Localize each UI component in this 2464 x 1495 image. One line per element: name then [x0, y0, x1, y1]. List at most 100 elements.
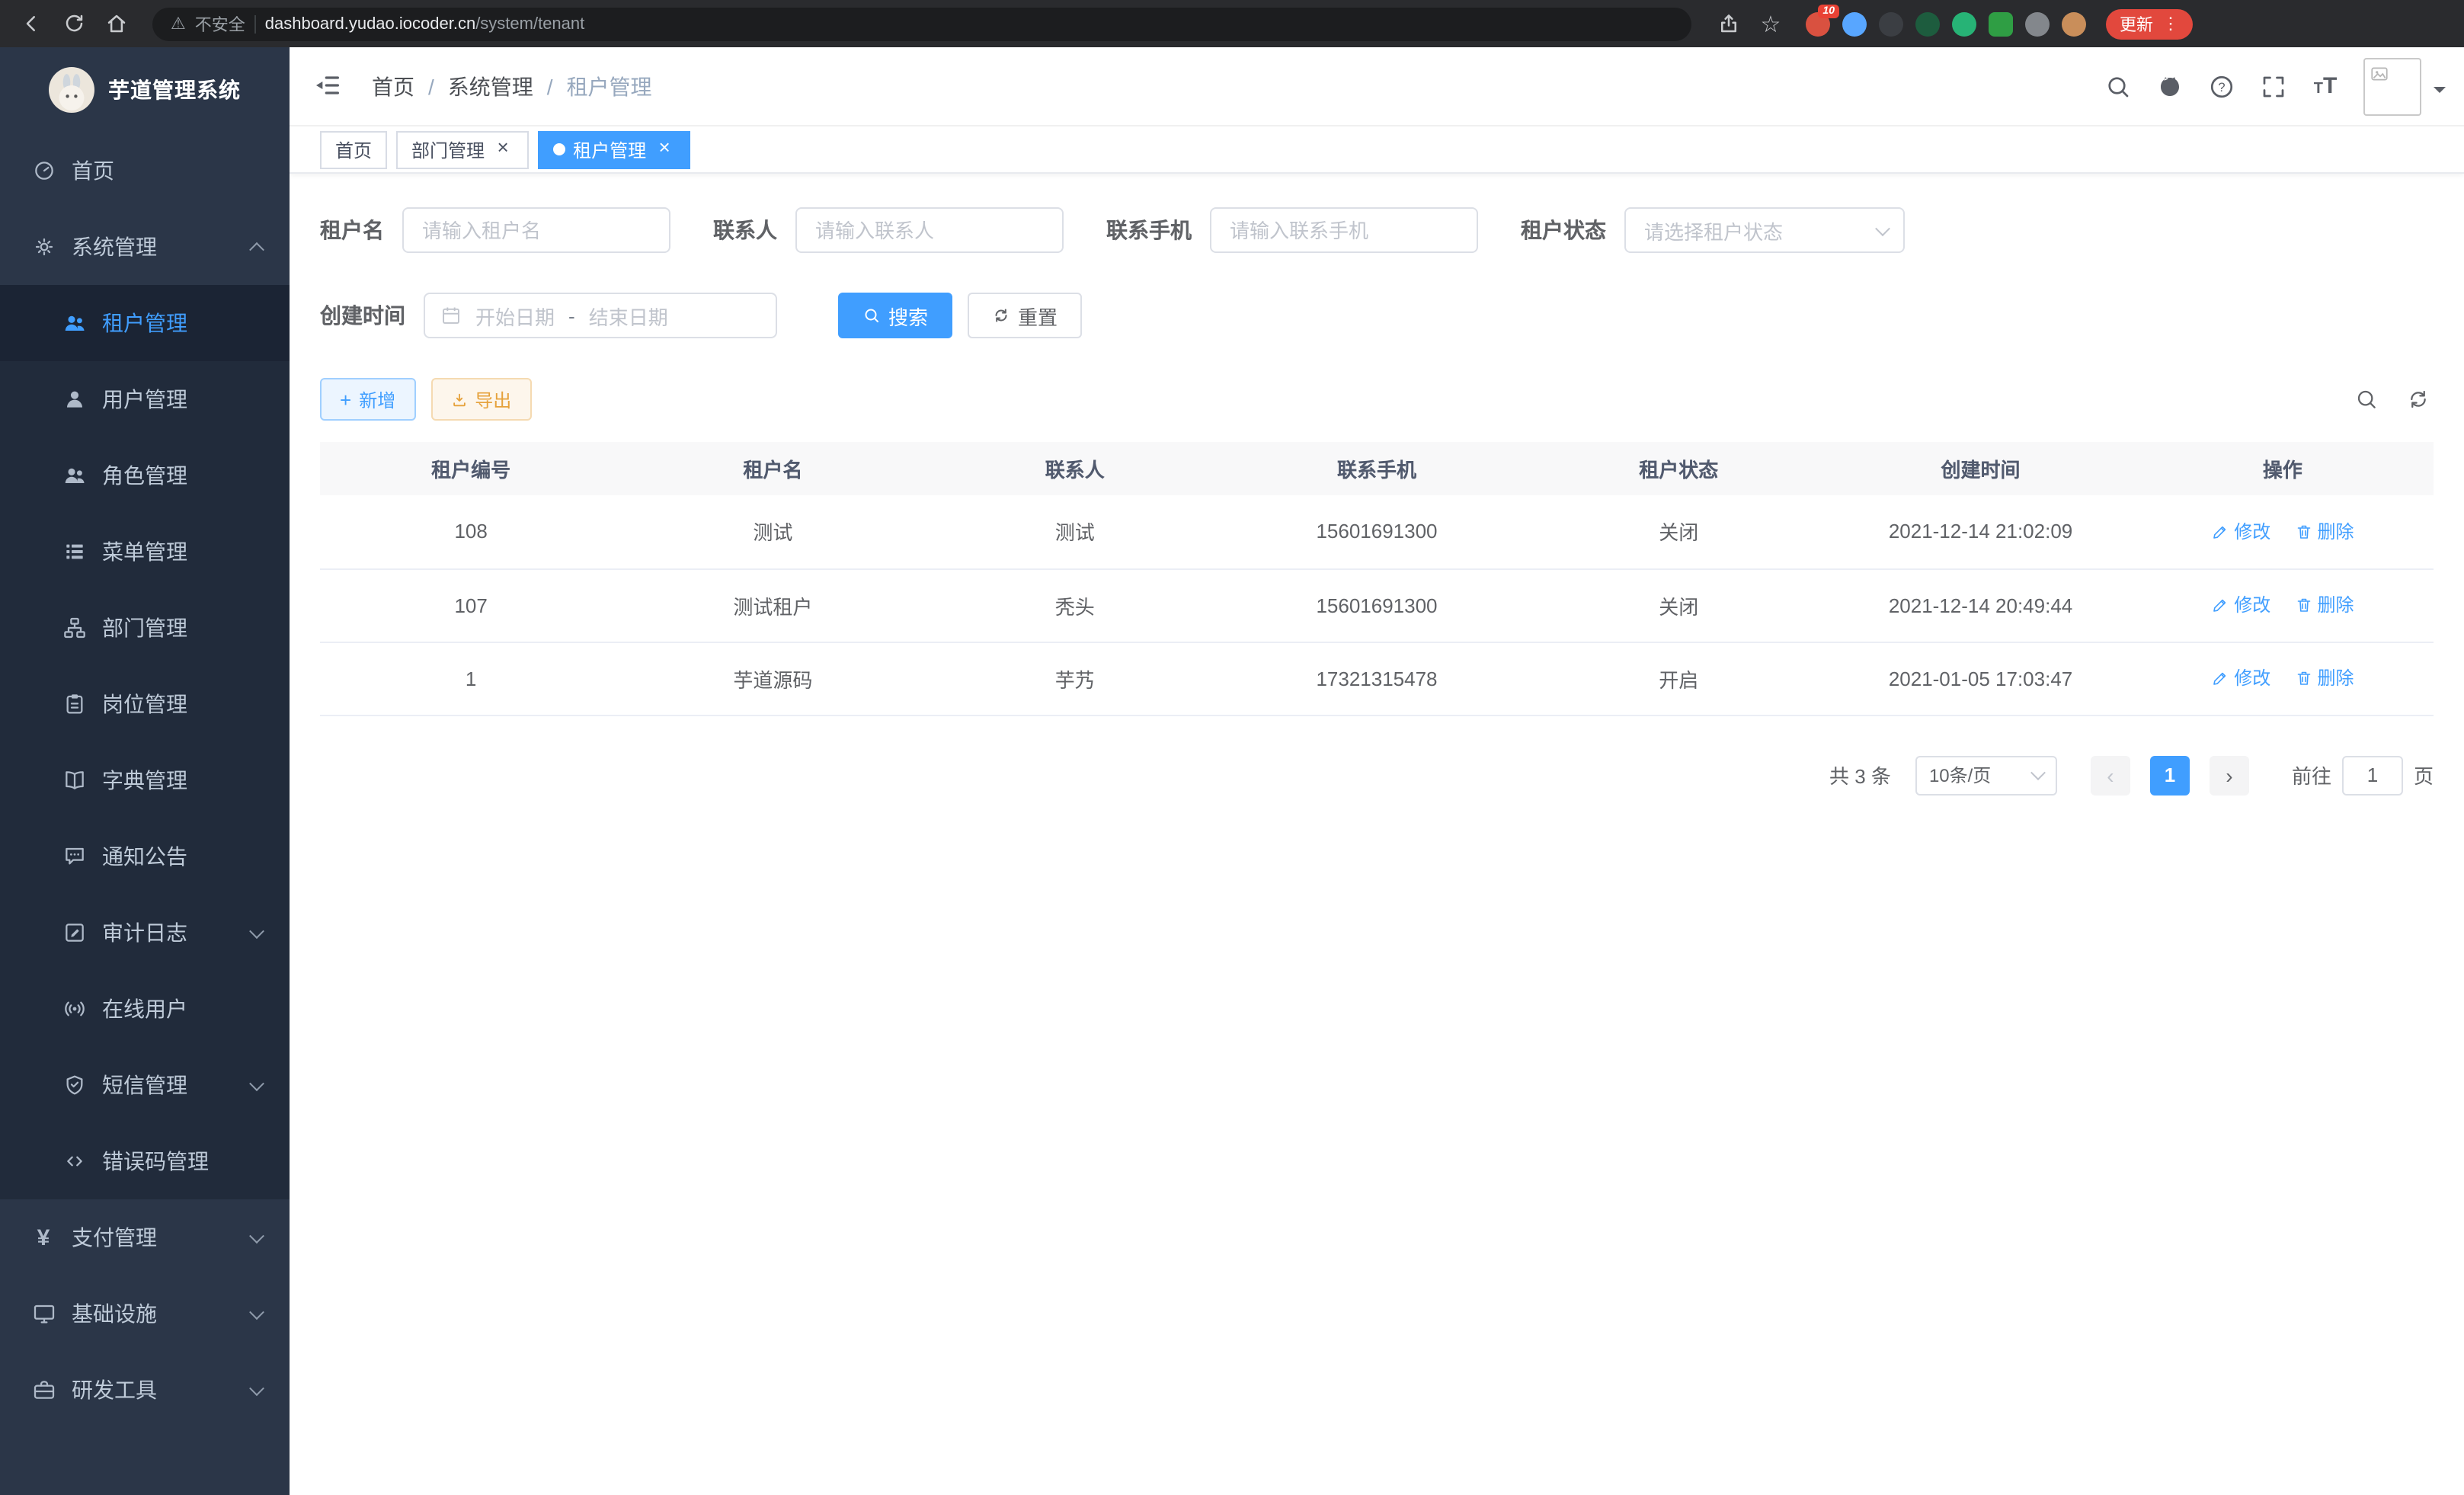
phone-input[interactable] — [1210, 207, 1478, 253]
reset-button[interactable]: 重置 — [968, 293, 1082, 338]
svg-text:?: ? — [2218, 80, 2225, 94]
sidebar-item-label: 岗位管理 — [102, 689, 187, 719]
page-size-value: 10条/页 — [1929, 762, 1991, 788]
col-status: 租户状态 — [1528, 442, 1829, 495]
add-button-label: 新增 — [359, 386, 395, 412]
sidebar-item-role[interactable]: 角色管理 — [0, 437, 290, 514]
sidebar-item-error-code[interactable]: 错误码管理 — [0, 1123, 290, 1199]
cell-status: 关闭 — [1528, 495, 1829, 568]
status-select[interactable]: 请选择租户状态 — [1624, 207, 1905, 253]
browser-profile-avatar[interactable] — [2062, 11, 2086, 36]
extension-icon-1[interactable]: 10 — [1806, 11, 1830, 36]
export-button[interactable]: 导出 — [430, 378, 531, 421]
page-size-select[interactable]: 10条/页 — [1915, 755, 2057, 795]
breadcrumb-item-home[interactable]: 首页 — [372, 71, 414, 101]
bookmark-star-icon[interactable]: ☆ — [1755, 8, 1786, 39]
page-number-button[interactable]: 1 — [2150, 755, 2190, 795]
search-icon[interactable] — [2098, 66, 2138, 106]
dropdown-caret-icon[interactable] — [2434, 86, 2446, 98]
edit-label: 修改 — [2234, 665, 2270, 691]
tab-tenant-management[interactable]: 租户管理 × — [538, 130, 690, 168]
sidebar-item-system[interactable]: 系统管理 — [0, 209, 290, 285]
menu-fold-button[interactable] — [312, 69, 346, 103]
extension-icon-2[interactable] — [1842, 11, 1867, 36]
sidebar-item-audit-log[interactable]: 审计日志 — [0, 895, 290, 971]
close-icon[interactable]: × — [492, 139, 514, 160]
breadcrumb-item-system[interactable]: 系统管理 — [448, 71, 533, 101]
table-row[interactable]: 108 测试 测试 15601691300 关闭 2021-12-14 21:0… — [320, 495, 2434, 568]
cell-status: 关闭 — [1528, 568, 1829, 642]
browser-home-icon[interactable] — [101, 8, 131, 39]
sidebar-item-dept[interactable]: 部门管理 — [0, 590, 290, 666]
sidebar-item-dict[interactable]: 字典管理 — [0, 742, 290, 818]
next-page-button[interactable]: › — [2210, 755, 2249, 795]
table-row[interactable]: 1 芋道源码 芋艿 17321315478 开启 2021-01-05 17:0… — [320, 642, 2434, 715]
goto-suffix: 页 — [2414, 760, 2434, 789]
delete-button[interactable]: 删除 — [2294, 665, 2354, 691]
tab-label: 首页 — [335, 136, 372, 162]
tab-label: 租户管理 — [573, 136, 646, 162]
sidebar-item-label: 角色管理 — [102, 460, 187, 491]
filter-status: 租户状态 请选择租户状态 — [1521, 207, 1905, 253]
extension-cluster: 10 — [1806, 11, 2086, 36]
edit-button[interactable]: 修改 — [2211, 665, 2270, 691]
browser-refresh-icon[interactable] — [58, 8, 88, 39]
user-icon — [61, 386, 87, 412]
browser-update-button[interactable]: 更新 ⋮ — [2106, 8, 2193, 39]
cell-phone: 15601691300 — [1226, 495, 1528, 568]
edit-button[interactable]: 修改 — [2211, 592, 2270, 618]
sidebar-item-tenant[interactable]: 租户管理 — [0, 285, 290, 361]
breadcrumb-separator: / — [428, 74, 434, 98]
tab-dept-management[interactable]: 部门管理 × — [396, 130, 529, 168]
tab-home[interactable]: 首页 — [320, 130, 387, 168]
extension-icon-6[interactable] — [1989, 11, 2013, 36]
fullscreen-icon[interactable] — [2254, 66, 2293, 106]
sidebar-item-menu[interactable]: 菜单管理 — [0, 514, 290, 590]
pager: ‹ 1 › — [2091, 755, 2249, 795]
toggle-search-icon[interactable] — [2351, 384, 2382, 415]
address-bar[interactable]: ⚠ 不安全 dashboard.yudao.iocoder.cn/system/… — [152, 7, 1691, 40]
close-icon[interactable]: × — [654, 139, 675, 160]
date-range-picker[interactable]: 开始日期 - 结束日期 — [424, 293, 777, 338]
chevron-down-icon — [2030, 765, 2046, 780]
sidebar-item-payment[interactable]: ¥ 支付管理 — [0, 1199, 290, 1276]
cell-tenant-id: 107 — [320, 568, 622, 642]
sidebar-item-home[interactable]: 首页 — [0, 133, 290, 209]
refresh-table-icon[interactable] — [2403, 384, 2434, 415]
goto-page-input[interactable] — [2342, 755, 2403, 795]
toolbar-right — [2351, 384, 2434, 415]
tenant-name-input[interactable] — [402, 207, 670, 253]
sidebar-item-user[interactable]: 用户管理 — [0, 361, 290, 437]
delete-button[interactable]: 删除 — [2294, 518, 2354, 544]
sidebar-item-sms[interactable]: 短信管理 — [0, 1047, 290, 1123]
contact-input[interactable] — [795, 207, 1064, 253]
share-icon[interactable] — [1713, 8, 1743, 39]
cell-actions: 修改 删除 — [2132, 642, 2434, 715]
extensions-puzzle-icon[interactable] — [2025, 11, 2050, 36]
extension-icon-4[interactable] — [1915, 11, 1940, 36]
extension-icon-5[interactable] — [1952, 11, 1976, 36]
search-button[interactable]: 搜索 — [838, 293, 952, 338]
delete-label: 删除 — [2317, 665, 2354, 691]
sidebar-item-post[interactable]: 岗位管理 — [0, 666, 290, 742]
sidebar-item-notice[interactable]: 通知公告 — [0, 818, 290, 895]
user-avatar[interactable] — [2363, 57, 2421, 115]
delete-button[interactable]: 删除 — [2294, 592, 2354, 618]
add-button[interactable]: + 新增 — [320, 378, 415, 421]
sidebar-item-infrastructure[interactable]: 基础设施 — [0, 1276, 290, 1352]
table-row[interactable]: 107 测试租户 秃头 15601691300 关闭 2021-12-14 20… — [320, 568, 2434, 642]
edit-button[interactable]: 修改 — [2211, 518, 2270, 544]
extension-icon-3[interactable] — [1879, 11, 1903, 36]
font-size-icon[interactable]: TT — [2306, 66, 2345, 106]
prev-page-button[interactable]: ‹ — [2091, 755, 2130, 795]
dashboard-icon — [30, 158, 56, 184]
browser-back-icon[interactable] — [15, 8, 46, 39]
app-logo[interactable]: 芋道管理系统 — [0, 47, 290, 133]
browser-menu-icon[interactable]: ⋮ — [2162, 14, 2179, 34]
github-icon[interactable] — [2150, 66, 2190, 106]
sidebar-item-dev-tools[interactable]: 研发工具 — [0, 1352, 290, 1428]
help-icon[interactable]: ? — [2202, 66, 2242, 106]
sidebar-item-online-users[interactable]: 在线用户 — [0, 971, 290, 1047]
filter-label: 联系人 — [713, 215, 777, 245]
cell-phone: 17321315478 — [1226, 642, 1528, 715]
